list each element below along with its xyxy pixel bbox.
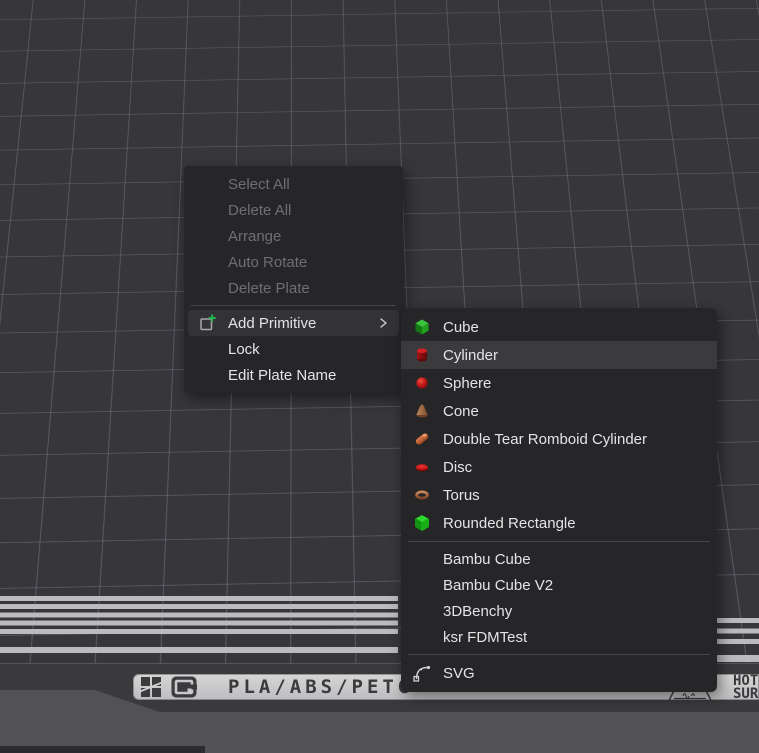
menu-item-label: Delete All bbox=[228, 202, 403, 219]
menu-item-label: Cube bbox=[443, 319, 717, 336]
sphere-icon bbox=[401, 374, 443, 392]
svg-curve-icon bbox=[401, 663, 443, 683]
menu-item-label: Add Primitive bbox=[228, 315, 376, 332]
hot-text-line2: SURFACE bbox=[733, 688, 759, 701]
submenu-item-cylinder[interactable]: Cylinder bbox=[401, 341, 717, 369]
plate-stripe-texture-left bbox=[0, 596, 398, 637]
menu-item-add-primitive[interactable]: Add Primitive bbox=[188, 310, 399, 336]
submenu-item-svg[interactable]: SVG bbox=[401, 659, 717, 687]
submenu-item-sphere[interactable]: Sphere bbox=[401, 369, 717, 397]
menu-item-label: SVG bbox=[443, 665, 717, 682]
plate-stripe-single-right bbox=[717, 655, 759, 662]
menu-item-label: Cone bbox=[443, 403, 717, 420]
submenu-item-bambu-cube[interactable]: Bambu Cube bbox=[401, 546, 717, 572]
menu-item-label: Disc bbox=[443, 459, 717, 476]
plate-surface-label: PLA/ABS/PETG bbox=[228, 674, 413, 700]
menu-item-label: Bambu Cube bbox=[443, 551, 717, 568]
submenu-item-bambu-cube-v2[interactable]: Bambu Cube V2 bbox=[401, 572, 717, 598]
menu-item-arrange: Arrange bbox=[184, 223, 403, 249]
menu-item-label: Auto Rotate bbox=[228, 254, 403, 271]
rounded-rectangle-icon bbox=[401, 514, 443, 532]
menu-item-label: Rounded Rectangle bbox=[443, 515, 717, 532]
menu-item-delete-plate: Delete Plate bbox=[184, 275, 403, 301]
torus-icon bbox=[401, 486, 443, 504]
cone-icon bbox=[401, 402, 443, 420]
menu-item-auto-rotate: Auto Rotate bbox=[184, 249, 403, 275]
plate-context-menu: Select All Delete All Arrange Auto Rotate De… bbox=[184, 166, 403, 393]
submenu-item-ksr-fdmtest[interactable]: ksr FDMTest bbox=[401, 624, 717, 650]
cube-icon bbox=[401, 318, 443, 336]
bambu-logo-icon bbox=[140, 676, 162, 698]
menu-item-label: Edit Plate Name bbox=[228, 367, 403, 384]
plate-badge-icon bbox=[171, 676, 197, 698]
menu-item-label: ksr FDMTest bbox=[443, 629, 717, 646]
disc-icon bbox=[401, 458, 443, 476]
submenu-item-disc[interactable]: Disc bbox=[401, 453, 717, 481]
menu-item-label: Torus bbox=[443, 487, 717, 504]
viewport-3d[interactable]: PLA/ABS/PETG HOT SURFACE Select All Delet… bbox=[0, 0, 759, 753]
menu-separator bbox=[191, 305, 396, 306]
menu-item-edit-plate-name[interactable]: Edit Plate Name bbox=[184, 362, 403, 388]
submenu-item-rounded-rectangle[interactable]: Rounded Rectangle bbox=[401, 509, 717, 537]
floor-shadow bbox=[0, 746, 205, 753]
menu-item-select-all: Select All bbox=[184, 171, 403, 197]
menu-item-label: 3DBenchy bbox=[443, 603, 717, 620]
menu-item-label: Delete Plate bbox=[228, 280, 403, 297]
plate-stripe-single-left bbox=[0, 647, 398, 653]
cylinder-icon bbox=[401, 346, 443, 364]
submenu-item-double-tear-romboid-cylinder[interactable]: Double Tear Romboid Cylinder bbox=[401, 425, 717, 453]
menu-item-label: Lock bbox=[228, 341, 403, 358]
menu-item-delete-all: Delete All bbox=[184, 197, 403, 223]
menu-separator bbox=[408, 654, 710, 655]
chevron-right-icon bbox=[376, 316, 390, 330]
hot-surface-warning-text: HOT SURFACE bbox=[733, 675, 759, 700]
submenu-item-cube[interactable]: Cube bbox=[401, 313, 717, 341]
add-primitive-submenu: Cube Cylinder Sphere Cone Double Tear Romboi… bbox=[401, 308, 717, 692]
plate-stripe-texture-right bbox=[717, 618, 759, 644]
double-tear-romboid-cylinder-icon bbox=[401, 430, 443, 448]
menu-item-lock[interactable]: Lock bbox=[184, 336, 403, 362]
add-primitive-icon bbox=[188, 313, 228, 333]
menu-item-label: Bambu Cube V2 bbox=[443, 577, 717, 594]
menu-item-label: Arrange bbox=[228, 228, 403, 245]
menu-separator bbox=[408, 541, 710, 542]
submenu-item-3dbenchy[interactable]: 3DBenchy bbox=[401, 598, 717, 624]
menu-item-label: Sphere bbox=[443, 375, 717, 392]
submenu-item-torus[interactable]: Torus bbox=[401, 481, 717, 509]
menu-item-label: Double Tear Romboid Cylinder bbox=[443, 431, 717, 448]
submenu-item-cone[interactable]: Cone bbox=[401, 397, 717, 425]
menu-item-label: Cylinder bbox=[443, 347, 717, 364]
menu-item-label: Select All bbox=[228, 176, 403, 193]
